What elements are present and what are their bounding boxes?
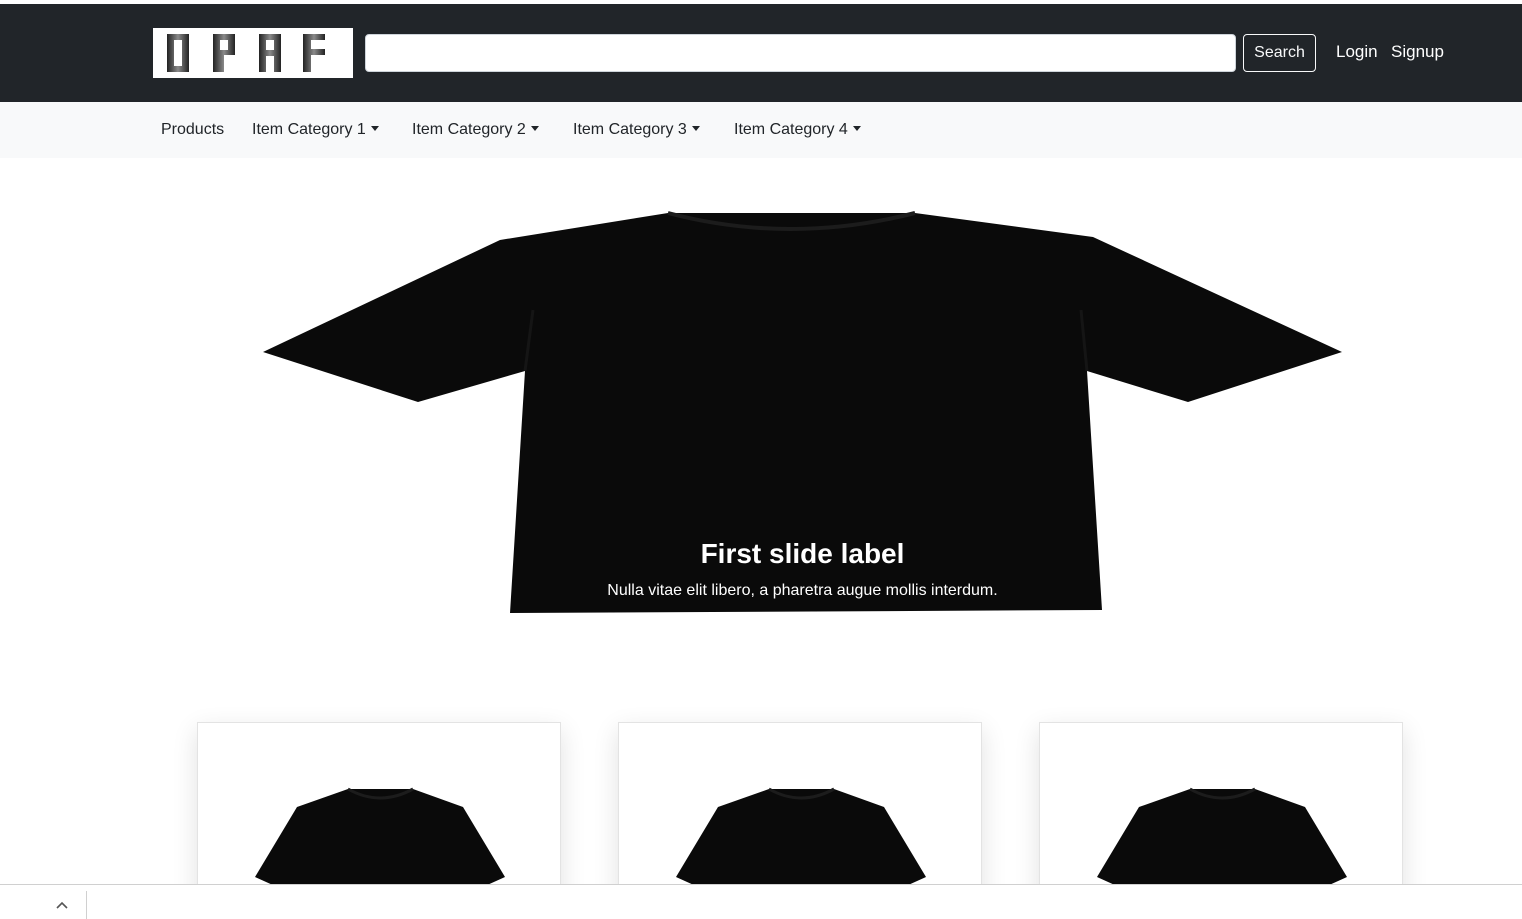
nav-item-category-3-label: Item Category 3 (573, 121, 687, 138)
search-button[interactable]: Search (1243, 34, 1316, 72)
category-navbar: Products Item Category 1 Item Category 2… (0, 102, 1522, 158)
nav-products[interactable]: Products (161, 121, 224, 139)
logo-graphic (167, 28, 330, 78)
chevron-up-icon[interactable] (50, 893, 74, 915)
caret-down-icon (852, 126, 861, 131)
site-logo[interactable] (153, 28, 353, 78)
caret-down-icon (691, 126, 700, 131)
caret-down-icon (530, 126, 539, 131)
nav-item-category-2-label: Item Category 2 (412, 121, 526, 138)
carousel-slide[interactable]: First slide label Nulla vitae elit liber… (255, 205, 1350, 625)
nav-item-category-4-dropdown[interactable]: Item Category 4 (734, 121, 861, 139)
product-tshirt-image (1097, 787, 1347, 895)
carousel-caption-title: First slide label (700, 538, 905, 569)
product-tshirt-image (676, 787, 926, 895)
nav-item-category-3-dropdown[interactable]: Item Category 3 (573, 121, 700, 139)
nav-item-category-1-label: Item Category 1 (252, 121, 366, 138)
carousel-caption-text: Nulla vitae elit libero, a pharetra augu… (607, 582, 998, 599)
nav-item-category-4-label: Item Category 4 (734, 121, 848, 138)
top-navbar: Search Login Signup (0, 4, 1522, 102)
nav-item-category-1-dropdown[interactable]: Item Category 1 (252, 121, 379, 139)
caret-down-icon (370, 126, 379, 131)
search-input[interactable] (365, 34, 1236, 72)
divider (86, 891, 87, 919)
bottom-panel-bar (0, 884, 1522, 919)
product-tshirt-image (255, 787, 505, 895)
signup-link[interactable]: Signup (1391, 42, 1444, 62)
nav-item-category-2-dropdown[interactable]: Item Category 2 (412, 121, 539, 139)
login-link[interactable]: Login (1336, 42, 1378, 62)
